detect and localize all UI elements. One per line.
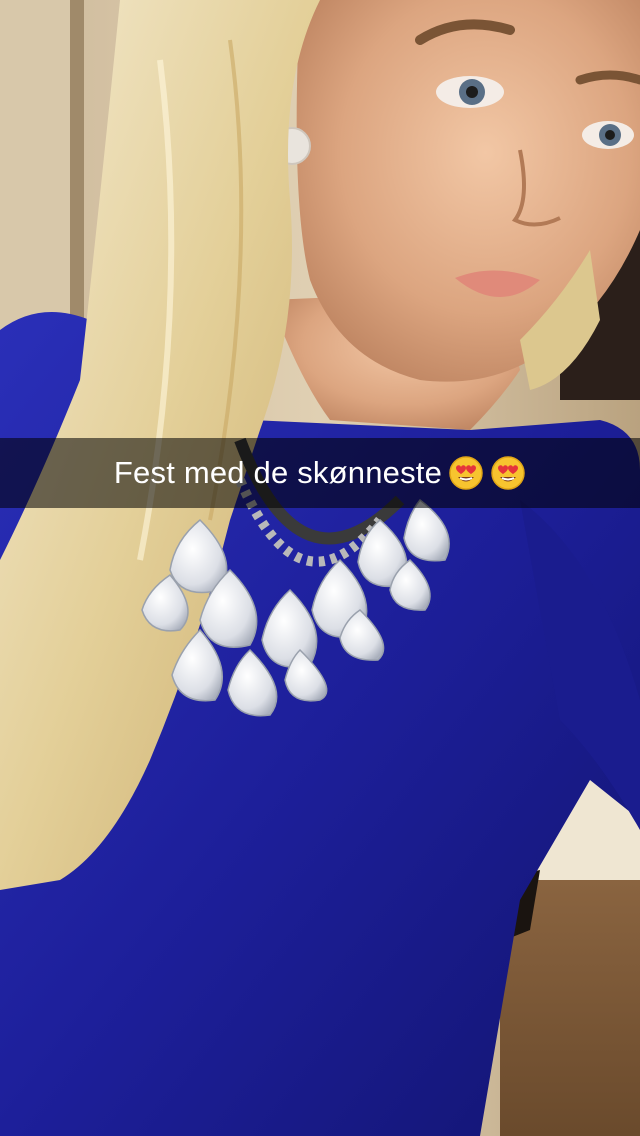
heart-eyes-emoji-icon	[490, 455, 526, 491]
snap-caption-bar: Fest med de skønneste	[0, 438, 640, 508]
snap-caption-text: Fest med de skønneste	[113, 455, 443, 490]
snap-viewer[interactable]: Fest med de skønneste	[0, 0, 640, 1136]
snap-photo	[0, 0, 640, 1136]
heart-eyes-emoji-icon	[448, 455, 484, 491]
